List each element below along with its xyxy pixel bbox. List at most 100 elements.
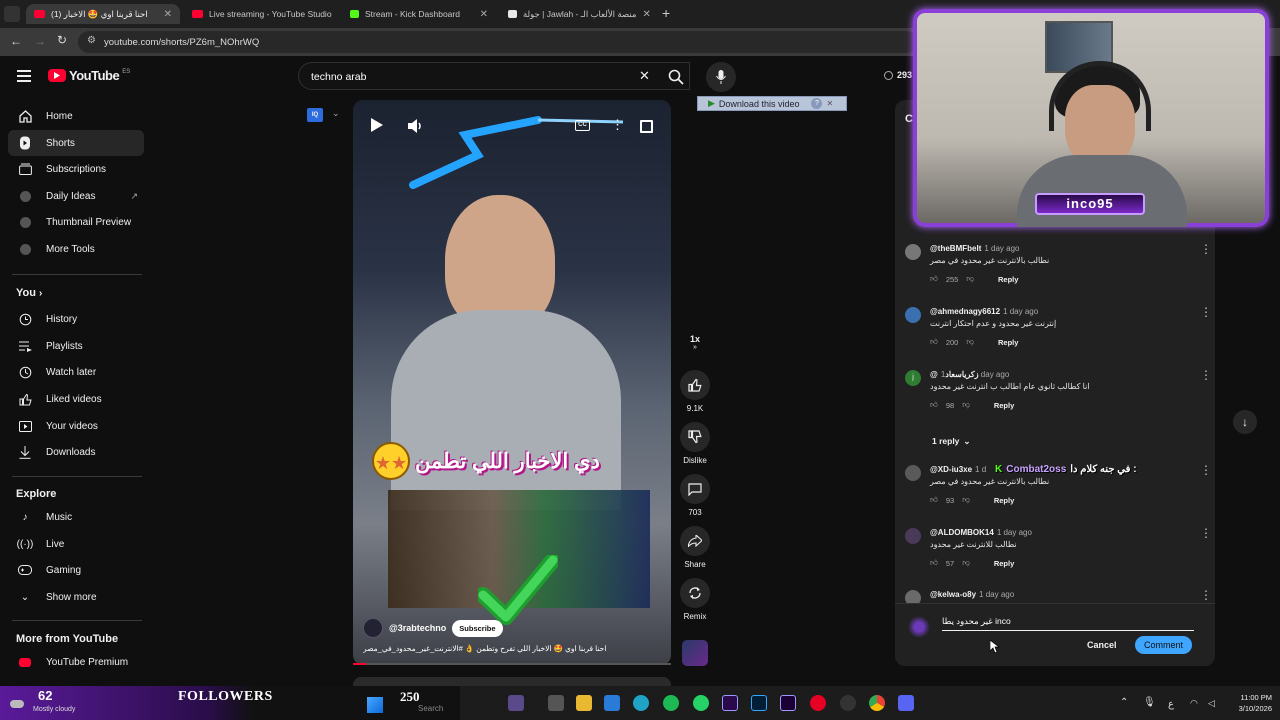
channel-name[interactable]: @3rabtechno: [389, 623, 446, 633]
obs-icon[interactable]: [840, 695, 856, 711]
sidebar-item-home[interactable]: Home: [8, 103, 144, 129]
close-tab-icon[interactable]: ✕: [480, 9, 488, 20]
microphone-icon[interactable]: 🎙︎: [1143, 697, 1156, 708]
sidebar-item-shorts[interactable]: Shorts: [8, 130, 144, 156]
site-info-icon[interactable]: ⚙: [87, 35, 96, 46]
thumbs-down-icon[interactable]: 👎︎: [962, 558, 970, 568]
fullscreen-icon[interactable]: [640, 120, 653, 133]
clear-search-icon[interactable]: ✕: [639, 68, 650, 84]
more-options-icon[interactable]: ⋮: [1200, 526, 1212, 540]
browser-tab-1[interactable]: (1) احنا قربنا اوي 🤩 الاخبار ✕: [26, 4, 180, 24]
more-options-icon[interactable]: ⋮: [1200, 305, 1212, 319]
comment-author[interactable]: @زكرياسعاد1 day ago: [930, 370, 1009, 379]
sidebar-item-history[interactable]: History: [8, 306, 144, 332]
reply-button[interactable]: Reply: [998, 338, 1018, 347]
help-icon[interactable]: ?: [811, 98, 823, 109]
comment-author[interactable]: @kelwa-o8y 1 day ago: [930, 590, 1014, 599]
shorts-video-player[interactable]: CC ⋮ @3rabtechno Subscribe احنا قربنا او…: [353, 100, 671, 665]
playback-speed-control[interactable]: 1x»: [679, 334, 711, 351]
after-effects-icon[interactable]: [780, 695, 796, 711]
speaker-icon[interactable]: ◁: [1208, 698, 1215, 709]
photoshop-icon[interactable]: [751, 695, 767, 711]
dislike-button[interactable]: [680, 422, 710, 452]
sidebar-item-watch-later[interactable]: Watch later: [8, 359, 144, 385]
captions-button[interactable]: CC: [575, 120, 590, 131]
download-video-button[interactable]: ▶ Download this video ? ✕: [697, 96, 847, 111]
more-options-icon[interactable]: ⋮: [1200, 588, 1212, 602]
sidebar-item-show-more[interactable]: ⌄ Show more: [8, 584, 144, 610]
sidebar-item-playlists[interactable]: Playlists: [8, 333, 144, 359]
spotify-icon[interactable]: [663, 695, 679, 711]
sidebar-item-subscriptions[interactable]: Subscriptions: [8, 156, 144, 182]
avatar[interactable]: [905, 307, 921, 323]
remix-action[interactable]: Remix: [679, 578, 711, 621]
reply-button[interactable]: Reply: [994, 559, 1014, 568]
sidebar-item-thumbnail-preview[interactable]: Thumbnail Preview: [8, 209, 144, 235]
thumbs-up-icon[interactable]: 👍︎: [930, 558, 938, 568]
video-caption[interactable]: احنا قربنا اوي 🤩 الاخبار اللي تفرح وتطمن…: [363, 644, 663, 653]
next-short-preview[interactable]: [353, 677, 671, 686]
close-tab-icon[interactable]: ✕: [642, 9, 650, 20]
like-action[interactable]: 9.1K: [679, 370, 711, 413]
reply-button[interactable]: Reply: [994, 496, 1014, 505]
wifi-icon[interactable]: ◠: [1190, 698, 1198, 709]
notification-counter[interactable]: 293: [884, 70, 912, 80]
like-button[interactable]: [680, 370, 710, 400]
share-button[interactable]: [680, 526, 710, 556]
thumbs-down-icon[interactable]: 👎︎: [962, 400, 970, 410]
browser-tab-2[interactable]: Live streaming - YouTube Studio ✕: [184, 4, 338, 24]
comment-author[interactable]: @ahmednagy6612 1 day ago: [930, 307, 1038, 316]
comments-button[interactable]: [680, 474, 710, 504]
pinterest-icon[interactable]: [810, 695, 826, 711]
thumbs-down-icon[interactable]: 👎︎: [966, 337, 974, 347]
subscribe-button[interactable]: Subscribe: [452, 619, 503, 637]
youtube-logo[interactable]: YouTube ES: [48, 68, 130, 83]
sidebar-item-your-videos[interactable]: Your videos: [8, 413, 144, 439]
new-tab-plus-icon[interactable]: +: [662, 5, 670, 21]
volume-button[interactable]: [408, 119, 424, 136]
voice-search-button[interactable]: [706, 62, 736, 92]
scroll-down-button[interactable]: ↓: [1233, 410, 1257, 434]
language-indicator[interactable]: ع: [1168, 699, 1174, 710]
more-options-icon[interactable]: ⋮: [611, 117, 624, 133]
reply-button[interactable]: Reply: [994, 401, 1014, 410]
thumbs-up-icon[interactable]: 👍︎: [930, 274, 938, 284]
app-icon[interactable]: [508, 695, 524, 711]
windows-start-icon[interactable]: [367, 697, 383, 713]
whatsapp-icon[interactable]: [693, 695, 709, 711]
channel-avatar[interactable]: [363, 618, 383, 638]
avatar[interactable]: j: [905, 370, 921, 386]
more-options-icon[interactable]: ⋮: [1200, 368, 1212, 382]
edge-icon[interactable]: [633, 695, 649, 711]
sidebar-item-more-tools[interactable]: More Tools: [8, 236, 144, 262]
sidebar-item-daily-ideas[interactable]: Daily Ideas ↗: [8, 183, 144, 209]
more-options-icon[interactable]: ⋮: [1200, 242, 1212, 256]
search-button[interactable]: [662, 64, 690, 90]
audio-thumbnail[interactable]: [682, 640, 708, 666]
chrome-icon[interactable]: [869, 695, 885, 711]
thumbs-up-icon[interactable]: 👍︎: [930, 495, 938, 505]
thumbs-down-icon[interactable]: 👎︎: [962, 495, 970, 505]
microsoft-store-icon[interactable]: [604, 695, 620, 711]
thumbs-up-icon[interactable]: 👍︎: [930, 337, 938, 347]
file-explorer-icon[interactable]: [548, 695, 564, 711]
sidebar-item-downloads[interactable]: Downloads: [8, 439, 144, 465]
remix-button[interactable]: [680, 578, 710, 608]
forward-arrow-icon[interactable]: →: [34, 34, 46, 48]
extension-badge[interactable]: IQ: [307, 108, 323, 122]
comment-author[interactable]: @theBMFbelt 1 day ago: [930, 244, 1020, 253]
comment-author[interactable]: @XD-iu3xe 1 d: [930, 465, 986, 474]
system-clock[interactable]: 11:00 PM 3/10/2026: [1226, 692, 1272, 714]
dislike-action[interactable]: Dislike: [679, 422, 711, 465]
thumbs-down-icon[interactable]: 👎︎: [966, 274, 974, 284]
comments-action[interactable]: 703: [679, 474, 711, 517]
discord-icon[interactable]: [898, 695, 914, 711]
close-tab-icon[interactable]: ✕: [164, 9, 172, 20]
search-input[interactable]: techno arab: [298, 62, 690, 90]
browser-tab-3[interactable]: Stream - Kick Dashboard ✕: [342, 4, 496, 24]
sidebar-item-music[interactable]: ♪ Music: [8, 504, 144, 530]
back-arrow-icon[interactable]: ←: [10, 34, 22, 48]
sidebar-item-live[interactable]: ((·)) Live: [8, 531, 144, 557]
sidebar-item-liked-videos[interactable]: Liked videos: [8, 386, 144, 412]
share-action[interactable]: Share: [679, 526, 711, 569]
